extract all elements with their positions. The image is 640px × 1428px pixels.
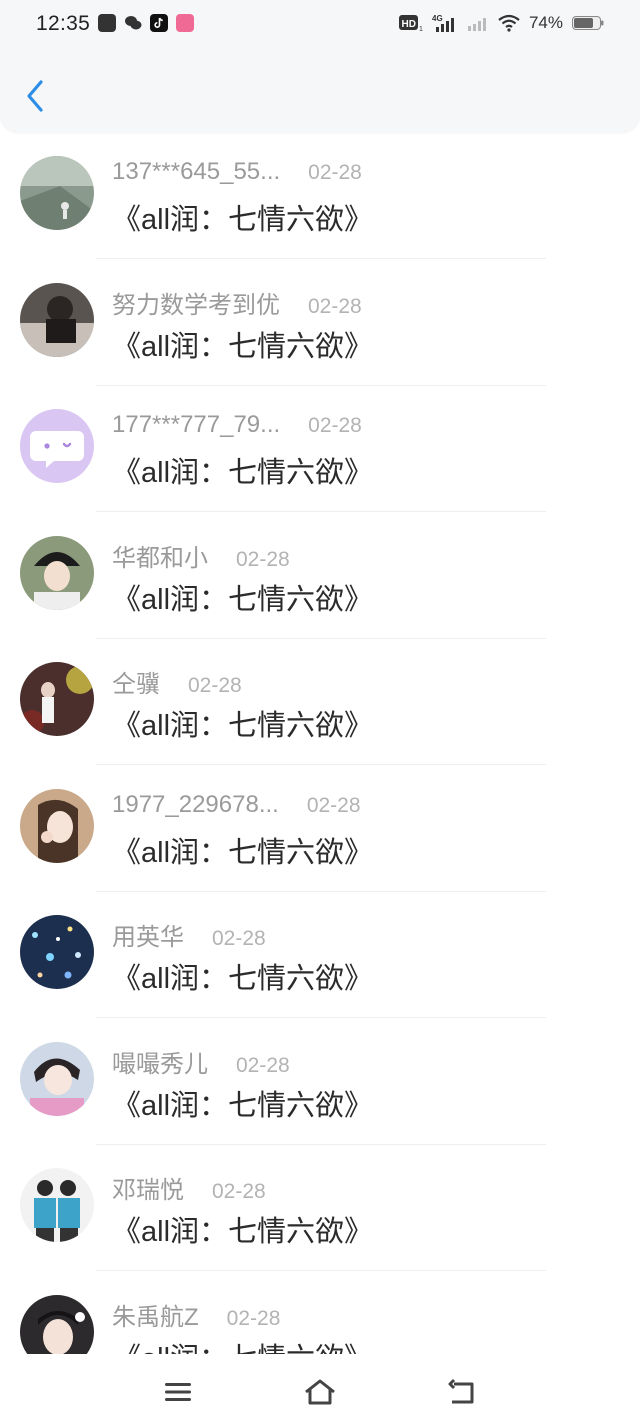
cellular-signal-icon: 4G xyxy=(432,14,454,32)
comment-meta: 仝骥 02-28 xyxy=(112,664,242,699)
avatar[interactable] xyxy=(20,1041,94,1116)
avatar[interactable] xyxy=(20,156,94,230)
comment-date: 02-28 xyxy=(308,294,362,318)
user-name[interactable]: 1977_229678... xyxy=(112,791,279,819)
wechat-icon xyxy=(124,14,142,32)
status-time: 12:35 xyxy=(36,12,91,35)
comment-date: 02-28 xyxy=(226,1306,281,1330)
comment-text: 《all润：七情六欲》 xyxy=(112,963,374,995)
home-icon xyxy=(305,1379,335,1405)
user-name[interactable]: 用英华 xyxy=(112,917,184,952)
menu-icon xyxy=(165,1383,191,1401)
status-app-icons xyxy=(98,14,194,32)
comment-item[interactable]: 177***777_79... 02-28 《all润：七情六欲》 xyxy=(0,387,640,514)
return-button[interactable] xyxy=(442,1372,482,1412)
divider xyxy=(96,1143,546,1145)
comment-text: 《all润：七情六欲》 xyxy=(112,457,374,489)
comment-item[interactable]: 嘬嘬秀儿 02-28 《all润：七情六欲》 xyxy=(0,1020,640,1147)
svg-text:HD: HD xyxy=(401,19,415,30)
divider xyxy=(96,764,546,765)
status-bar: 12:35 HD 1 4G 74% xyxy=(0,0,640,50)
comment-text: 《all润：七情六欲》 xyxy=(112,836,374,869)
comment-text: 《all润：七情六欲》 xyxy=(112,1335,373,1355)
comment-text: 《all润：七情六欲》 xyxy=(112,583,374,616)
comment-text: 《all润：七情六欲》 xyxy=(112,1216,374,1248)
avatar[interactable] xyxy=(20,915,94,989)
pink-app-icon xyxy=(176,14,194,32)
chevron-left-icon xyxy=(27,80,43,112)
comment-list[interactable]: 137***645_55... 02-28 《all润：七情六欲》 努力数学考到… xyxy=(0,134,640,1354)
comment-item[interactable]: 仝骥 02-28 《all润：七情六欲》 xyxy=(0,640,640,767)
user-name[interactable]: 朱禹航Z xyxy=(112,1297,199,1332)
divider xyxy=(96,890,546,892)
comment-text: 《all润：七情六欲》 xyxy=(112,1089,374,1122)
user-name[interactable]: 仝骥 xyxy=(112,664,160,699)
cellular-signal-2-icon xyxy=(467,18,486,31)
avatar[interactable] xyxy=(20,662,94,736)
user-name[interactable]: 177***777_79... xyxy=(112,411,280,439)
svg-text:4G: 4G xyxy=(432,14,443,23)
user-name[interactable]: 137***645_55... xyxy=(112,158,280,186)
avatar[interactable] xyxy=(20,409,94,483)
scan-app-icon xyxy=(98,14,116,32)
avatar[interactable] xyxy=(20,788,94,863)
return-icon xyxy=(448,1378,474,1404)
comment-item[interactable]: 邓瑞悦 02-28 《all润：七情六欲》 xyxy=(0,1146,640,1273)
comment-item[interactable]: 137***645_55... 02-28 《all润：七情六欲》 xyxy=(0,134,640,261)
comment-date: 02-28 xyxy=(212,1180,266,1203)
divider xyxy=(96,637,546,639)
wifi-icon xyxy=(498,14,520,32)
user-name[interactable]: 努力数学考到优 xyxy=(112,285,280,320)
comment-text: 《all润：七情六欲》 xyxy=(112,204,374,236)
top-header xyxy=(0,50,640,132)
user-name[interactable]: 华都和小 xyxy=(112,538,208,573)
comment-date: 02-28 xyxy=(308,414,362,437)
battery-icon xyxy=(572,16,604,30)
comment-item[interactable]: 1977_229678... 02-28 《all润：七情六欲》 xyxy=(0,767,640,894)
home-button[interactable] xyxy=(300,1372,340,1412)
comment-item[interactable]: 用英华 02-28 《all润：七情六欲》 xyxy=(0,893,640,1020)
hd-icon: HD 1 xyxy=(398,15,423,32)
comment-date: 02-28 xyxy=(236,1053,290,1077)
user-name[interactable]: 邓瑞悦 xyxy=(112,1170,184,1205)
system-navigation-bar xyxy=(0,1354,640,1428)
menu-button[interactable] xyxy=(158,1372,198,1412)
comment-date: 02-28 xyxy=(306,793,361,817)
comment-meta: 177***777_79... 02-28 xyxy=(112,411,362,439)
comment-meta: 邓瑞悦 02-28 xyxy=(112,1170,266,1205)
comment-meta: 用英华 02-28 xyxy=(112,917,266,952)
back-button[interactable] xyxy=(18,76,52,116)
comment-item[interactable]: 华都和小 02-28 《all润：七情六欲》 xyxy=(0,514,640,641)
divider xyxy=(96,258,546,259)
comment-meta: 华都和小 02-28 xyxy=(112,538,290,573)
avatar[interactable] xyxy=(20,535,94,610)
tiktok-icon xyxy=(150,14,168,32)
comment-meta: 努力数学考到优 02-28 xyxy=(112,285,362,320)
battery-percentage: 74% xyxy=(528,13,563,32)
divider xyxy=(96,384,546,386)
comment-meta: 嘬嘬秀儿 02-28 xyxy=(112,1044,290,1079)
comment-item[interactable]: 朱禹航Z 02-28 《all润：七情六欲》 xyxy=(0,1273,640,1355)
comment-text: 《all润：七情六欲》 xyxy=(112,330,374,363)
avatar[interactable] xyxy=(20,282,94,357)
svg-text:1: 1 xyxy=(419,26,423,32)
comment-date: 02-28 xyxy=(188,674,242,697)
status-indicators: HD 1 4G 74% xyxy=(398,13,604,33)
user-name[interactable]: 嘬嘬秀儿 xyxy=(112,1044,208,1079)
comment-date: 02-28 xyxy=(308,161,362,184)
avatar[interactable] xyxy=(20,1168,94,1242)
avatar[interactable] xyxy=(20,1294,94,1354)
comment-date: 02-28 xyxy=(236,547,290,571)
comment-meta: 朱禹航Z 02-28 xyxy=(112,1297,280,1332)
comment-date: 02-28 xyxy=(212,927,266,950)
divider xyxy=(96,1017,546,1018)
divider xyxy=(96,511,546,512)
divider xyxy=(96,1270,546,1271)
comment-meta: 1977_229678... 02-28 xyxy=(112,791,361,819)
comment-item[interactable]: 努力数学考到优 02-28 《all润：七情六欲》 xyxy=(0,261,640,388)
comment-text: 《all润：七情六欲》 xyxy=(112,710,374,742)
comment-meta: 137***645_55... 02-28 xyxy=(112,158,362,186)
